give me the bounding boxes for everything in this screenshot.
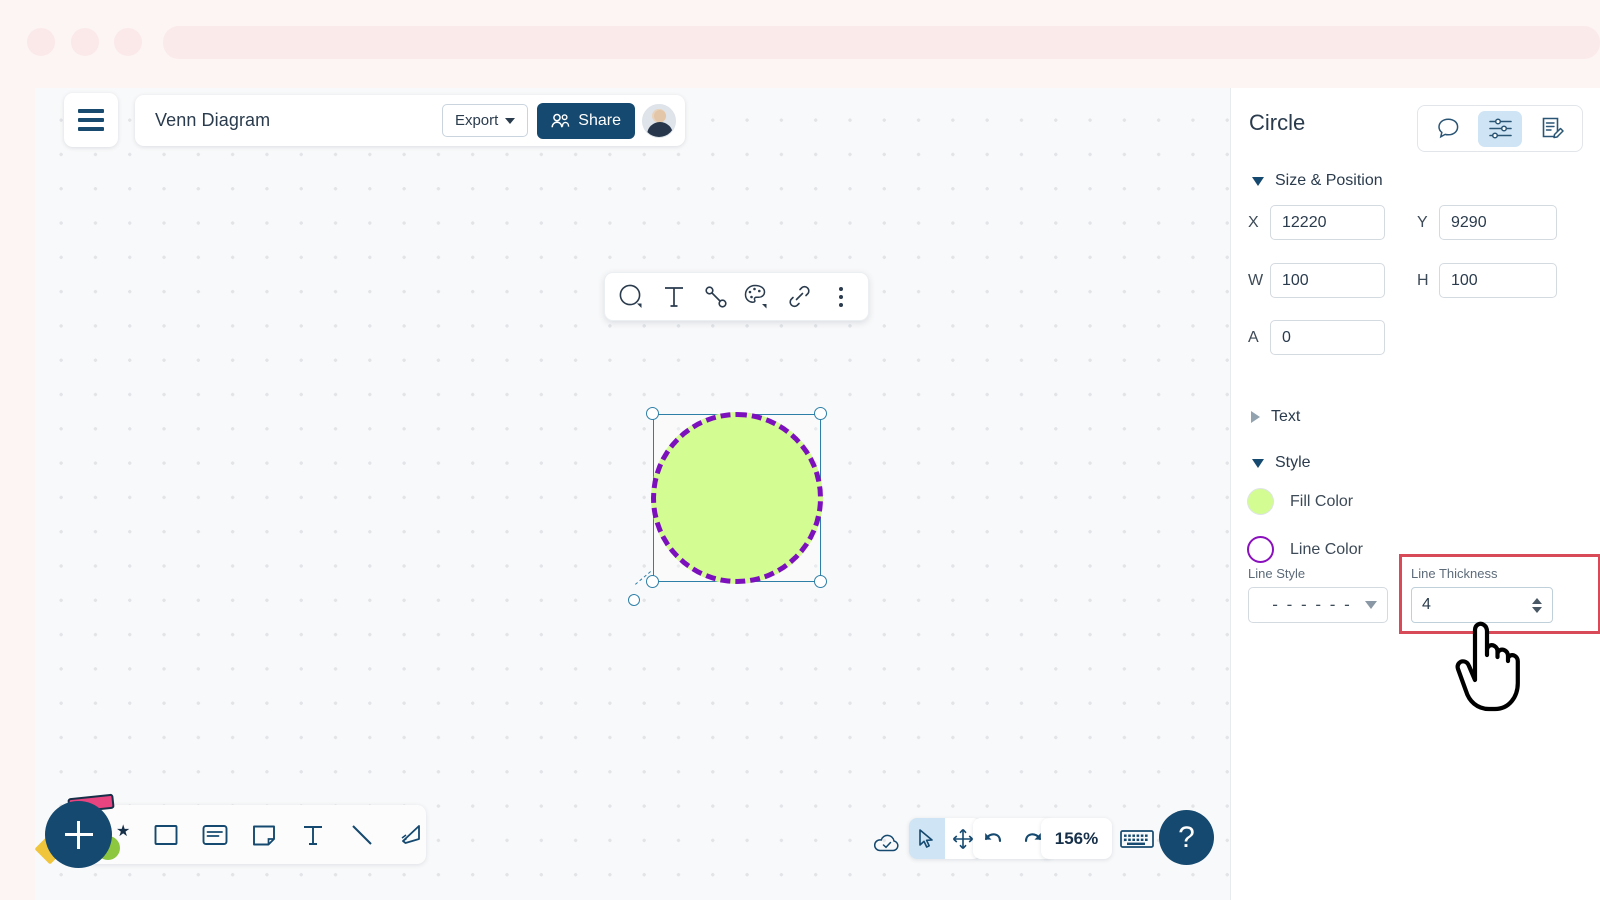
- shape-context-toolbar: [604, 272, 869, 321]
- chevron-down-icon: [505, 117, 516, 124]
- hamburger-icon-bar: [78, 127, 104, 131]
- card-icon[interactable]: [199, 816, 230, 854]
- line-thickness-block: Line Thickness 4: [1411, 566, 1553, 623]
- window-dot-close[interactable]: [27, 28, 55, 56]
- line-style-value: - - - - - -: [1272, 595, 1352, 614]
- field-row-y: Y: [1417, 205, 1557, 240]
- y-input[interactable]: [1439, 205, 1557, 240]
- section-label: Style: [1275, 454, 1311, 471]
- help-button[interactable]: ?: [1159, 810, 1214, 865]
- more-vertical-icon[interactable]: [824, 280, 858, 314]
- resize-handle-top-left[interactable]: [646, 407, 659, 420]
- field-label-x: X: [1248, 213, 1259, 231]
- line-thickness-stepper[interactable]: [1532, 597, 1542, 613]
- field-label-a: A: [1248, 328, 1259, 346]
- export-button[interactable]: Export: [441, 104, 529, 137]
- text-icon[interactable]: [297, 816, 328, 854]
- document-edit-icon: [1542, 117, 1564, 139]
- keyboard-icon[interactable]: [1118, 825, 1156, 852]
- undo-arrow-icon[interactable]: [976, 822, 1010, 856]
- properties-panel: Circle Size & Position X 12220 Y 9290 W …: [1230, 88, 1600, 900]
- x-input[interactable]: [1270, 205, 1385, 240]
- window-dot-minimize[interactable]: [71, 28, 99, 56]
- confetti-star: ★: [116, 823, 131, 840]
- line-connector-icon[interactable]: [699, 280, 733, 314]
- chevron-down-icon: [1252, 458, 1264, 468]
- chevron-down-icon: [1365, 601, 1377, 609]
- share-label: Share: [578, 111, 621, 129]
- fill-color-row[interactable]: Fill Color: [1247, 488, 1353, 515]
- select-mode-button[interactable]: [909, 818, 945, 859]
- field-label-w: W: [1248, 271, 1264, 289]
- section-label: Text: [1271, 408, 1301, 425]
- share-button[interactable]: Share: [537, 102, 635, 139]
- pen-icon[interactable]: [395, 816, 426, 854]
- circle-shape[interactable]: [651, 412, 823, 584]
- line-style-block: Line Style - - - - - -: [1248, 566, 1388, 623]
- line-thickness-label: Line Thickness: [1411, 566, 1498, 581]
- fill-color-swatch[interactable]: [1247, 488, 1274, 515]
- section-text[interactable]: Text: [1251, 408, 1300, 426]
- field-row-h: H: [1417, 263, 1557, 298]
- browser-window-chrome: [0, 0, 1600, 88]
- stepper-down-icon[interactable]: [1532, 606, 1542, 613]
- comment-bubble-icon: [1437, 118, 1458, 139]
- diagram-canvas[interactable]: Venn Diagram Export Share ★ 156% ?: [35, 88, 1230, 900]
- field-row-a: A: [1248, 320, 1385, 355]
- field-label-y: Y: [1417, 213, 1428, 231]
- document-toolbar: Venn Diagram Export Share: [135, 95, 685, 146]
- hamburger-icon-bar: [78, 118, 104, 122]
- shape-tool-bar: [88, 805, 426, 864]
- line-color-swatch[interactable]: [1247, 536, 1274, 563]
- square-icon[interactable]: [150, 816, 181, 854]
- text-icon[interactable]: [657, 280, 691, 314]
- export-label: Export: [454, 112, 499, 129]
- document-title[interactable]: Venn Diagram: [155, 110, 442, 131]
- line-style-label: Line Style: [1248, 566, 1306, 581]
- line-color-row[interactable]: Line Color: [1247, 536, 1363, 563]
- hamburger-menu-button[interactable]: [64, 93, 118, 147]
- comments-tab[interactable]: [1426, 111, 1470, 147]
- stepper-up-icon[interactable]: [1532, 597, 1542, 604]
- line-style-dropdown[interactable]: - - - - - -: [1248, 587, 1388, 623]
- circle-icon[interactable]: [615, 280, 649, 314]
- add-shape-button[interactable]: [45, 801, 112, 868]
- hamburger-icon-bar: [78, 109, 104, 113]
- zoom-level-display[interactable]: 156%: [1041, 818, 1112, 859]
- diagonal-line-icon[interactable]: [346, 816, 377, 854]
- section-size-position[interactable]: Size & Position: [1252, 172, 1383, 190]
- panel-title: Circle: [1249, 110, 1306, 135]
- w-input[interactable]: [1270, 263, 1385, 298]
- properties-tab[interactable]: [1478, 110, 1522, 147]
- line-color-label: Line Color: [1290, 540, 1363, 558]
- people-icon: [551, 113, 570, 127]
- canvas-mode-group: [909, 818, 981, 859]
- resize-handle-bottom-right[interactable]: [814, 575, 827, 588]
- section-label: Size & Position: [1275, 172, 1383, 189]
- chevron-right-icon: [1251, 411, 1260, 423]
- window-dot-maximize[interactable]: [114, 28, 142, 56]
- fill-color-label: Fill Color: [1290, 492, 1354, 510]
- panel-tab-group: [1417, 105, 1583, 152]
- browser-url-bar[interactable]: [163, 26, 1600, 59]
- field-label-h: H: [1417, 271, 1429, 289]
- h-input[interactable]: [1439, 263, 1557, 298]
- a-input[interactable]: [1270, 320, 1385, 355]
- sticky-note-icon[interactable]: [248, 816, 279, 854]
- plus-icon: [64, 820, 93, 849]
- resize-handle-top-right[interactable]: [814, 407, 827, 420]
- sliders-icon: [1488, 118, 1512, 139]
- chevron-down-icon: [1252, 176, 1264, 186]
- notes-tab[interactable]: [1530, 111, 1574, 147]
- line-thickness-input[interactable]: 4: [1411, 587, 1553, 623]
- user-avatar[interactable]: [642, 103, 676, 138]
- rotate-handle[interactable]: [628, 594, 640, 606]
- link-icon[interactable]: [782, 280, 816, 314]
- line-thickness-value: 4: [1422, 596, 1431, 613]
- palette-icon[interactable]: [740, 280, 774, 314]
- section-style[interactable]: Style: [1252, 454, 1311, 472]
- cloud-check-icon: [868, 824, 906, 862]
- field-row-w: W: [1248, 263, 1385, 298]
- field-row-x: X: [1248, 205, 1385, 240]
